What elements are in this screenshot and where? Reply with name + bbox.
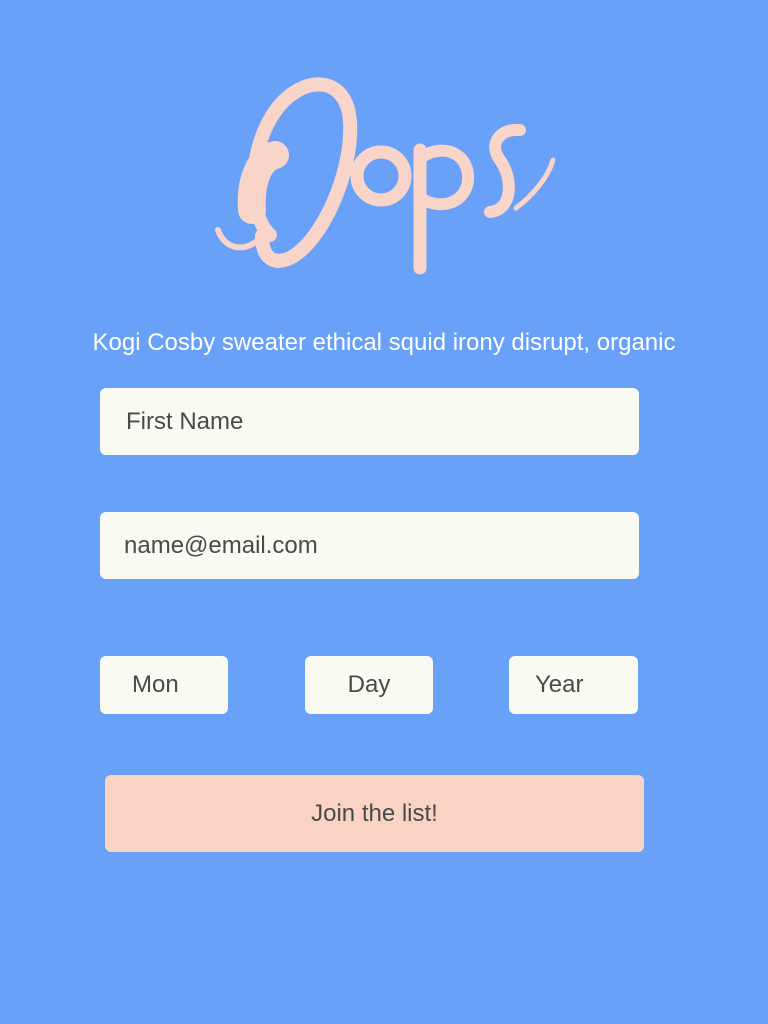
- day-input[interactable]: [305, 656, 433, 714]
- oops-logo: [200, 60, 570, 290]
- join-list-button[interactable]: Join the list!: [105, 775, 644, 852]
- email-input[interactable]: [100, 512, 639, 579]
- year-input[interactable]: [509, 656, 638, 714]
- first-name-input[interactable]: [100, 388, 639, 455]
- tagline-text: Kogi Cosby sweater ethical squid irony d…: [92, 329, 676, 356]
- month-input[interactable]: [100, 656, 228, 714]
